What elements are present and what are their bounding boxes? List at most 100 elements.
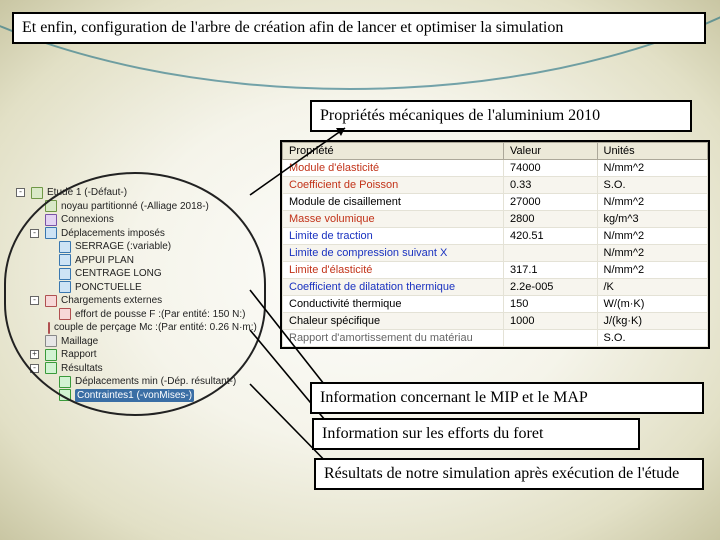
- tree-item[interactable]: - Etude 1 (-Défaut-): [16, 186, 256, 200]
- cell-property-unit: S.O.: [597, 330, 708, 347]
- table-row[interactable]: Coefficient de Poisson0.33S.O.: [283, 177, 708, 194]
- cell-property-unit: S.O.: [597, 177, 708, 194]
- tree-item[interactable]: - Chargements externes: [16, 294, 256, 308]
- cell-property-name: Limite d'élasticité: [283, 262, 504, 279]
- cell-property-name: Module d'élasticité: [283, 160, 504, 177]
- cell-property-value: 74000: [504, 160, 598, 177]
- cell-property-name: Module de cisaillement: [283, 194, 504, 211]
- table-row[interactable]: Rapport d'amortissement du matériau S.O.: [283, 330, 708, 347]
- cell-property-unit: J/(kg·K): [597, 313, 708, 330]
- tree-item-label: Rapport: [61, 348, 97, 362]
- tree-item[interactable]: Connexions: [16, 213, 256, 227]
- tree-item-label: Maillage: [61, 335, 98, 349]
- tree-item[interactable]: - Résultats: [16, 362, 256, 376]
- tree-item[interactable]: APPUI PLAN: [16, 254, 256, 268]
- label-aluminium-properties: Propriétés mécaniques de l'aluminium 201…: [310, 100, 692, 132]
- cell-property-name: Rapport d'amortissement du matériau: [283, 330, 504, 347]
- feature-tree-panel: - Etude 1 (-Défaut-)noyau partitionné (-A…: [10, 180, 260, 408]
- cell-property-value: 150: [504, 296, 598, 313]
- collapse-icon[interactable]: -: [30, 229, 39, 238]
- table-row[interactable]: Chaleur spécifique1000J/(kg·K): [283, 313, 708, 330]
- tree-item-label: couple de perçage Mc :(Par entité: 0.26 …: [54, 321, 257, 335]
- collapse-icon[interactable]: -: [30, 364, 39, 373]
- table-row[interactable]: Limite de compression suivant X N/mm^2: [283, 245, 708, 262]
- collapse-icon[interactable]: -: [16, 188, 25, 197]
- cell-property-unit: N/mm^2: [597, 194, 708, 211]
- header-value[interactable]: Valeur: [504, 143, 598, 160]
- tree-item-label: Déplacements imposés: [61, 227, 165, 241]
- page-title: Et enfin, configuration de l'arbre de cr…: [12, 12, 706, 44]
- tree-item[interactable]: PONCTUELLE: [16, 281, 256, 295]
- arrow-icon: [59, 254, 71, 266]
- tree-item-label: Déplacements min (-Dép. résultant-): [75, 375, 236, 389]
- table-row[interactable]: Limite de traction420.51N/mm^2: [283, 228, 708, 245]
- tree-item-label: Connexions: [61, 213, 114, 227]
- cell-property-value: 2800: [504, 211, 598, 228]
- table-row[interactable]: Module de cisaillement27000N/mm^2: [283, 194, 708, 211]
- tree-item-label: APPUI PLAN: [75, 254, 134, 268]
- load-icon: [48, 322, 50, 334]
- cell-property-value: 420.51: [504, 228, 598, 245]
- cell-property-name: Conductivité thermique: [283, 296, 504, 313]
- tree-item[interactable]: effort de pousse F :(Par entité: 150 N:): [16, 308, 256, 322]
- arrow-icon: [59, 241, 71, 253]
- tree-item[interactable]: SERRAGE (:variable): [16, 240, 256, 254]
- tree-item-label: PONCTUELLE: [75, 281, 142, 295]
- cell-property-name: Limite de compression suivant X: [283, 245, 504, 262]
- tree-item[interactable]: Maillage: [16, 335, 256, 349]
- cell-property-name: Coefficient de dilatation thermique: [283, 279, 504, 296]
- load-icon: [45, 295, 57, 307]
- cell-property-value: 27000: [504, 194, 598, 211]
- tree-item[interactable]: + Rapport: [16, 348, 256, 362]
- collapse-icon[interactable]: -: [30, 296, 39, 305]
- cell-property-value: 2.2e-005: [504, 279, 598, 296]
- tree-item[interactable]: Contraintes1 (-vonMises-): [16, 389, 256, 403]
- label-mip-map: Information concernant le MIP et le MAP: [310, 382, 704, 414]
- cell-property-value: [504, 245, 598, 262]
- cell-property-unit: N/mm^2: [597, 262, 708, 279]
- cell-property-unit: N/mm^2: [597, 160, 708, 177]
- cell-property-value: 0.33: [504, 177, 598, 194]
- part-icon: [31, 187, 43, 199]
- label-resultats-simulation: Résultats de notre simulation après exéc…: [314, 458, 704, 490]
- header-property[interactable]: Propriété: [283, 143, 504, 160]
- table-row[interactable]: Limite d'élasticité317.1N/mm^2: [283, 262, 708, 279]
- cell-property-unit: /K: [597, 279, 708, 296]
- table-row[interactable]: Module d'élasticité74000N/mm^2: [283, 160, 708, 177]
- cell-property-name: Coefficient de Poisson: [283, 177, 504, 194]
- cell-property-name: Limite de traction: [283, 228, 504, 245]
- tree-item-label: Chargements externes: [61, 294, 162, 308]
- tree-item[interactable]: Déplacements min (-Dép. résultant-): [16, 375, 256, 389]
- cell-property-value: 317.1: [504, 262, 598, 279]
- table-row[interactable]: Conductivité thermique150W/(m·K): [283, 296, 708, 313]
- cell-property-name: Chaleur spécifique: [283, 313, 504, 330]
- result-icon: [45, 349, 57, 361]
- tree-item-label: effort de pousse F :(Par entité: 150 N:): [75, 308, 245, 322]
- tree-item[interactable]: CENTRAGE LONG: [16, 267, 256, 281]
- part-icon: [45, 200, 57, 212]
- expand-icon[interactable]: +: [30, 350, 39, 359]
- cell-property-name: Masse volumique: [283, 211, 504, 228]
- tree-item-label: CENTRAGE LONG: [75, 267, 162, 281]
- cell-property-value: [504, 330, 598, 347]
- mesh-icon: [45, 335, 57, 347]
- table-row[interactable]: Coefficient de dilatation thermique2.2e-…: [283, 279, 708, 296]
- material-properties-table: Propriété Valeur Unités Module d'élastic…: [280, 140, 710, 349]
- cell-property-unit: N/mm^2: [597, 245, 708, 262]
- tree-item[interactable]: noyau partitionné (-Alliage 2018-): [16, 200, 256, 214]
- arrow-icon: [59, 268, 71, 280]
- tree-item-label: noyau partitionné (-Alliage 2018-): [61, 200, 209, 214]
- tree-item-label: Résultats: [61, 362, 103, 376]
- result-icon: [59, 389, 71, 401]
- tree-item[interactable]: couple de perçage Mc :(Par entité: 0.26 …: [16, 321, 256, 335]
- label-efforts-foret: Information sur les efforts du foret: [312, 418, 640, 450]
- tree-item[interactable]: - Déplacements imposés: [16, 227, 256, 241]
- cell-property-unit: W/(m·K): [597, 296, 708, 313]
- table-row[interactable]: Masse volumique2800kg/m^3: [283, 211, 708, 228]
- cell-property-value: 1000: [504, 313, 598, 330]
- header-unit[interactable]: Unités: [597, 143, 708, 160]
- tree-item-label: Etude 1 (-Défaut-): [47, 186, 127, 200]
- cell-property-unit: kg/m^3: [597, 211, 708, 228]
- arrow-icon: [59, 281, 71, 293]
- tree-item-label: SERRAGE (:variable): [75, 240, 171, 254]
